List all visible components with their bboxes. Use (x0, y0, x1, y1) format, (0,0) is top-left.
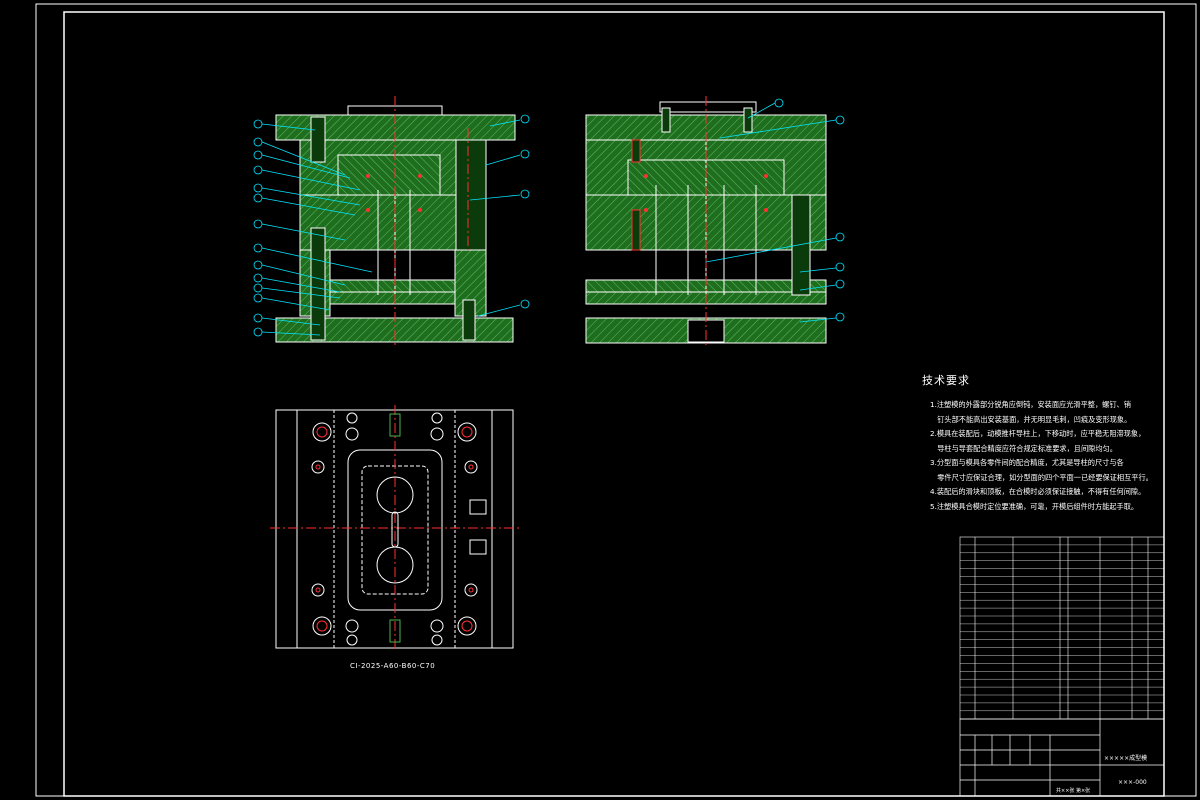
section-view-right (585, 96, 827, 345)
tech-req-title: 技术要求 (922, 374, 970, 387)
section-view-left (275, 96, 516, 345)
tech-req-item: 3.分型面与模具各零件间的配合精度，尤其是导柱的尺寸与各 (930, 458, 1124, 467)
drawing-name: ×××××成型模 (1104, 754, 1147, 762)
tech-req-item: 5.注塑模具合模时定位要准确，可靠，开模后组件时方能起手取。 (930, 501, 1139, 511)
plan-view-label: CI-2025-A60-B60-C70 (350, 662, 436, 670)
tech-req-item: 钉头部不能高出安装基面，并无明显毛刺，凹痕及变形现象。 (930, 414, 1132, 424)
tech-req-item: 导柱与导套配合精度应符合规定标准要求，且间隙均匀。 (930, 443, 1117, 453)
drawing-number: ×××-000 (1118, 779, 1147, 786)
bom-table (959, 536, 1165, 720)
tech-req-item: 1.注塑模的外露部分锐角应倒钝，安装面应光滑平整，螺钉、销 (930, 400, 1131, 409)
tech-req-item: 2.模具在装配后，动模推杆导柱上，下移动时，应平稳无阻滞现象， (930, 429, 1146, 438)
tech-req-item: 零件尺寸应保证合理，如分型面的四个平面一已经要保证相互平行。 (930, 472, 1153, 482)
plan-view (270, 405, 520, 652)
sheet-count: 共××张 第×张 (1056, 787, 1090, 794)
bom-rows (960, 544, 1164, 711)
tech-req-list: 1.注塑模的外露部分锐角应倒钝，安装面应光滑平整，螺钉、销 钉头部不能高出安装基… (930, 398, 1153, 514)
tech-req-item: 4.装配后的滑块和顶板，在合模时必须保证接触，不得有任何间隙。 (930, 487, 1146, 496)
